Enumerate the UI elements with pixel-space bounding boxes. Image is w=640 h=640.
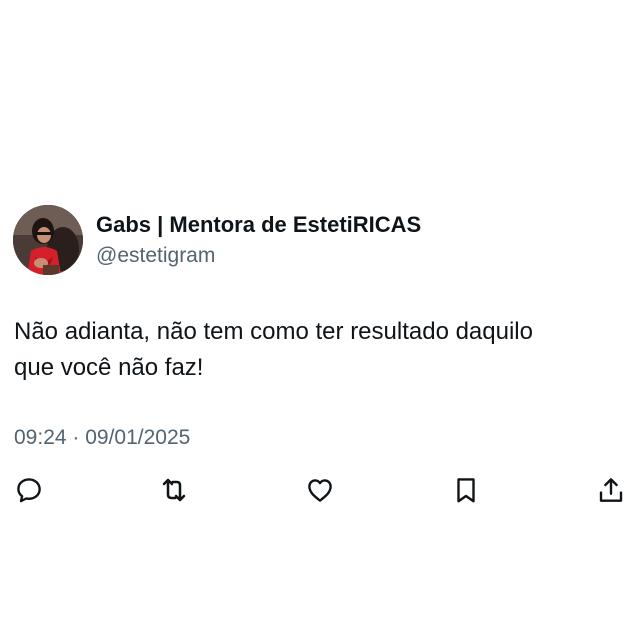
reply-button[interactable]	[13, 474, 45, 506]
share-upload-icon	[599, 478, 623, 502]
bookmark-button[interactable]	[450, 474, 482, 506]
share-button[interactable]	[595, 474, 627, 506]
action-bar	[0, 474, 640, 506]
retweet-arrows-icon	[162, 478, 186, 502]
retweet-button[interactable]	[158, 474, 190, 506]
bookmark-icon	[457, 478, 475, 503]
display-name[interactable]: Gabs | Mentora de EstetiRICAS	[96, 211, 421, 239]
tweet-text: Não adianta, não tem como ter resultado …	[14, 314, 624, 386]
user-handle[interactable]: @estetigram	[96, 242, 215, 270]
speech-bubble-icon	[17, 478, 41, 503]
timestamp[interactable]: 09:24 · 09/01/2025	[14, 424, 190, 452]
tweet-text-line-1: Não adianta, não tem como ter resultado …	[14, 318, 533, 345]
like-button[interactable]	[304, 474, 336, 506]
avatar[interactable]	[13, 205, 83, 275]
tweet-card: Gabs | Mentora de EstetiRICAS @estetigra…	[0, 0, 640, 640]
tweet-text-line-2: que você não faz!	[14, 354, 204, 381]
profile-photo-icon	[13, 205, 83, 275]
heart-icon	[308, 479, 332, 502]
